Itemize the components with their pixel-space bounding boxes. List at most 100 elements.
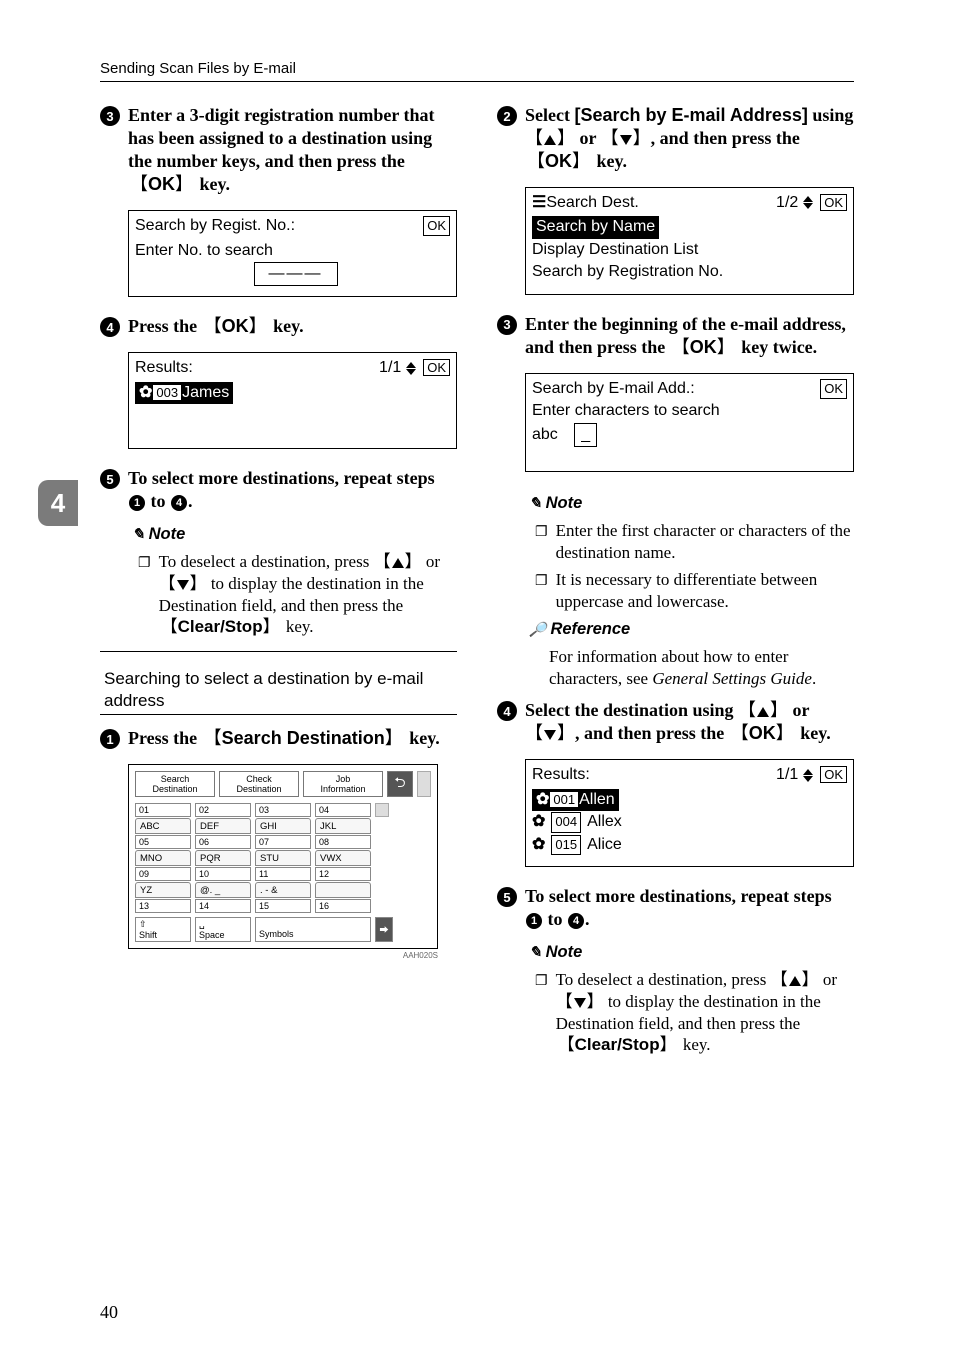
search-destination-key: Search Destination [202, 727, 405, 750]
ref-step-1-icon: 1 [526, 913, 542, 929]
step-3-right: 3 Enter the beginning of the e-mail addr… [497, 313, 854, 359]
reference-body: For information about how to enter chara… [549, 646, 854, 690]
lcd-result-row: ✿003James [135, 382, 233, 404]
lcd-caret-box: _ [574, 423, 597, 447]
ok-indicator-icon: OK [423, 216, 450, 236]
step-text: Enter a 3-digit registration number that… [128, 104, 457, 196]
up-arrow-icon [544, 135, 556, 145]
ok-indicator-icon: OK [820, 379, 847, 399]
note-item: Enter the first character or characters … [535, 520, 854, 564]
down-arrow-icon [574, 998, 586, 1008]
contact-icon: ✿ [139, 384, 152, 401]
contact-icon: ✿ [532, 811, 545, 833]
ok-key: OK [670, 336, 737, 359]
kb-key: . - & [255, 882, 311, 898]
updown-icon [803, 769, 813, 782]
contact-icon: ✿ [536, 791, 549, 808]
ref-step-1-icon: 1 [129, 495, 145, 511]
clear-stop-key: Clear/Stop [556, 1034, 679, 1056]
step-3-left: 3 Enter a 3-digit registration number th… [100, 104, 457, 196]
step-number-icon: 3 [100, 106, 120, 126]
page-number: 40 [100, 1302, 118, 1323]
bullet-icon [535, 569, 548, 613]
kb-back-arrow-icon: ⮌ [387, 771, 413, 797]
step-text: To select more destinations, repeat step… [128, 467, 457, 513]
figure-caption: AAH020S [128, 951, 438, 960]
kb-search-destination-button: SearchDestination [135, 771, 215, 797]
lcd-title: Search Dest. [546, 194, 638, 211]
kb-key: @. _ [195, 882, 251, 898]
down-arrow-icon [544, 730, 556, 740]
step-number-icon: 4 [497, 701, 517, 721]
lcd-result-row: ✿015Alice [532, 834, 847, 856]
kb-key: DEF [195, 818, 251, 834]
kb-enter-icon: ⮕ [375, 917, 393, 942]
ok-key: OK [128, 173, 195, 196]
step-4-right: 4 Select the destination using 【】 or 【】,… [497, 699, 854, 745]
lcd-results-right: Results: 1/1 OK ✿001Allen ✿004Allex ✿015… [525, 759, 854, 867]
lcd-count: 1/1 [379, 359, 401, 376]
step-5-right: 5 To select more destinations, repeat st… [497, 885, 854, 931]
lcd-row: Search by Registration No. [532, 261, 847, 283]
ok-indicator-icon: OK [820, 766, 847, 783]
lcd-line: Enter No. to search [135, 240, 273, 262]
menu-icon: ☰ [532, 194, 546, 211]
ref-step-4-icon: 4 [568, 913, 584, 929]
note-heading: Note [132, 525, 457, 544]
kb-key: ABC [135, 818, 191, 834]
kb-key: VWX [315, 850, 371, 866]
step-text: Enter the beginning of the e-mail addres… [525, 313, 854, 359]
step-text: To select more destinations, repeat step… [525, 885, 854, 931]
lcd-line: Enter characters to search [532, 400, 847, 422]
bullet-icon [138, 551, 151, 638]
right-column: 2 Select [Search by E-mail Address] usin… [497, 104, 854, 1059]
lcd-search-regist: Search by Regist. No.: OK Enter No. to s… [128, 210, 457, 297]
kb-key: MNO [135, 850, 191, 866]
ok-key: OK [202, 315, 269, 338]
lcd-title: Search by E-mail Add.: [532, 378, 695, 400]
lcd-count: 1/1 [776, 766, 798, 783]
kb-key: GHI [255, 818, 311, 834]
step-number-icon: 5 [497, 887, 517, 907]
lcd-title: Results: [532, 764, 590, 786]
step-5-left: 5 To select more destinations, repeat st… [100, 467, 457, 513]
ok-indicator-icon: OK [820, 194, 847, 211]
down-arrow-icon [620, 135, 632, 145]
keyboard-illustration: SearchDestination CheckDestination JobIn… [128, 764, 438, 960]
kb-space-key: ␣Space [195, 917, 251, 942]
step-text: Press the OK key. [128, 315, 304, 338]
down-arrow-icon [177, 580, 189, 590]
ok-indicator-icon: OK [423, 359, 450, 376]
note-item: To deselect a destination, press 【】 or 【… [535, 969, 854, 1056]
kb-key: YZ [135, 882, 191, 898]
step-number-icon: 5 [100, 469, 120, 489]
step-number-icon: 1 [100, 729, 120, 749]
lcd-title: Search by Regist. No.: [135, 215, 295, 237]
step-text: Select the destination using 【】 or 【】, a… [525, 699, 854, 745]
step-4-left: 4 Press the OK key. [100, 315, 457, 338]
note-item: To deselect a destination, press 【】 or 【… [138, 551, 457, 638]
lcd-result-row: ✿001Allen [532, 789, 619, 811]
up-arrow-icon [392, 558, 404, 568]
section-heading: Searching to select a destination by e-m… [104, 668, 457, 712]
lcd-selected-row: Search by Name [532, 216, 659, 238]
kb-key: JKL [315, 818, 371, 834]
step-text: Select [Search by E-mail Address] using … [525, 104, 854, 173]
lcd-input: ——— [254, 262, 338, 286]
chapter-tab: 4 [38, 480, 78, 526]
contact-icon: ✿ [532, 834, 545, 856]
up-arrow-icon [757, 707, 769, 717]
note-heading: Note [529, 494, 854, 513]
bullet-icon [535, 520, 548, 564]
updown-icon [803, 196, 813, 209]
ok-key: OK [729, 722, 796, 745]
lcd-search-dest: ☰Search Dest. 1/2 OK Search by Name Disp… [525, 187, 854, 295]
reference-heading: Reference [529, 620, 854, 639]
kb-stub [417, 771, 431, 797]
kb-check-destination-button: CheckDestination [219, 771, 299, 797]
lcd-title: Results: [135, 357, 193, 379]
step-number-icon: 4 [100, 317, 120, 337]
lcd-row: Display Destination List [532, 239, 847, 261]
step-number-icon: 2 [497, 106, 517, 126]
running-header: Sending Scan Files by E-mail [100, 60, 854, 82]
